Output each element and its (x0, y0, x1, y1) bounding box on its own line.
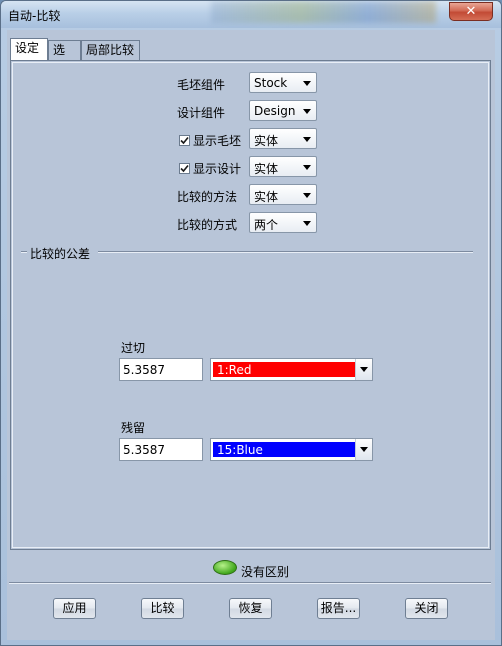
status-indicator-icon (213, 560, 237, 575)
compare-mode-value: 两个 (254, 218, 279, 232)
stock-component-value: Stock (254, 76, 288, 90)
close-button[interactable]: 关闭 (405, 598, 448, 619)
checkmark-icon (180, 136, 189, 145)
group-divider-right (98, 251, 473, 253)
compare-method-select[interactable]: 实体 (249, 184, 317, 205)
chevron-down-icon (303, 137, 311, 142)
tab-local-compare[interactable]: 局部比较 (81, 40, 140, 60)
gouge-color-label: 1:Red (217, 363, 252, 377)
show-stock-select[interactable]: 实体 (249, 128, 317, 149)
close-icon: ✕ (465, 4, 477, 19)
compare-method-value: 实体 (254, 190, 279, 204)
show-design-checkbox[interactable] (179, 163, 190, 174)
tolerance-group-label: 比较的公差 (30, 247, 91, 261)
tab-options[interactable]: 选项 (48, 40, 81, 75)
chevron-down-icon (303, 165, 311, 170)
restore-button[interactable]: 恢复 (229, 598, 272, 619)
dialog-window: 自动-比较 ✕ 设定 选项 局部比较 毛坯组件 Stock (0, 0, 502, 646)
gouge-color-select[interactable]: 1:Red (210, 358, 373, 381)
design-component-value: Design (254, 104, 296, 118)
show-design-label: 显示设计 (193, 162, 242, 176)
tab-settings-label: 设定 (15, 41, 40, 55)
gouge-tolerance-input[interactable] (119, 358, 203, 381)
footer-divider (9, 582, 491, 584)
stock-component-label: 毛坯组件 (177, 78, 226, 92)
compare-mode-select[interactable]: 两个 (249, 212, 317, 233)
show-stock-label: 显示毛坯 (193, 134, 242, 148)
show-design-value: 实体 (254, 162, 279, 176)
show-design-select[interactable]: 实体 (249, 156, 317, 177)
show-stock-checkbox[interactable] (179, 135, 190, 146)
compare-mode-label: 比较的方式 (177, 218, 238, 232)
settings-panel: 毛坯组件 Stock 设计组件 Design 显示毛坯 实体 显示设计 实体 比… (10, 60, 491, 550)
gouge-label: 过切 (121, 341, 146, 355)
window-close-button[interactable]: ✕ (449, 2, 493, 21)
excess-tolerance-field[interactable] (120, 439, 202, 460)
gouge-color-swatch: 1:Red (213, 362, 355, 377)
chevron-down-icon (303, 193, 311, 198)
stock-component-select[interactable]: Stock (249, 72, 317, 93)
checkmark-icon (180, 164, 189, 173)
background-taskbar-blur (211, 1, 436, 23)
gouge-tolerance-field[interactable] (120, 359, 202, 380)
design-component-label: 设计组件 (177, 106, 226, 120)
excess-color-swatch: 15:Blue (213, 442, 355, 457)
tab-local-compare-label: 局部比较 (86, 43, 135, 57)
title-bar[interactable]: 自动-比较 ✕ (1, 1, 501, 28)
dialog-client: 设定 选项 局部比较 毛坯组件 Stock 设计组件 Design (7, 30, 495, 640)
compare-button[interactable]: 比较 (141, 598, 184, 619)
status-text: 没有区别 (241, 565, 290, 579)
design-component-select[interactable]: Design (249, 100, 317, 121)
tab-settings[interactable]: 设定 (10, 38, 48, 60)
excess-tolerance-input[interactable] (119, 438, 203, 461)
group-divider-left (21, 251, 27, 253)
report-button[interactable]: 报告... (317, 598, 360, 619)
chevron-down-icon[interactable] (355, 439, 372, 460)
show-stock-value: 实体 (254, 134, 279, 148)
chevron-down-icon (303, 109, 311, 114)
apply-button[interactable]: 应用 (53, 598, 96, 619)
excess-color-label: 15:Blue (217, 443, 263, 457)
chevron-down-icon[interactable] (355, 359, 372, 380)
window-title: 自动-比较 (8, 9, 61, 23)
chevron-down-icon (303, 81, 311, 86)
excess-label: 残留 (121, 421, 146, 435)
excess-color-select[interactable]: 15:Blue (210, 438, 373, 461)
chevron-down-icon (303, 221, 311, 226)
compare-method-label: 比较的方法 (177, 190, 238, 204)
